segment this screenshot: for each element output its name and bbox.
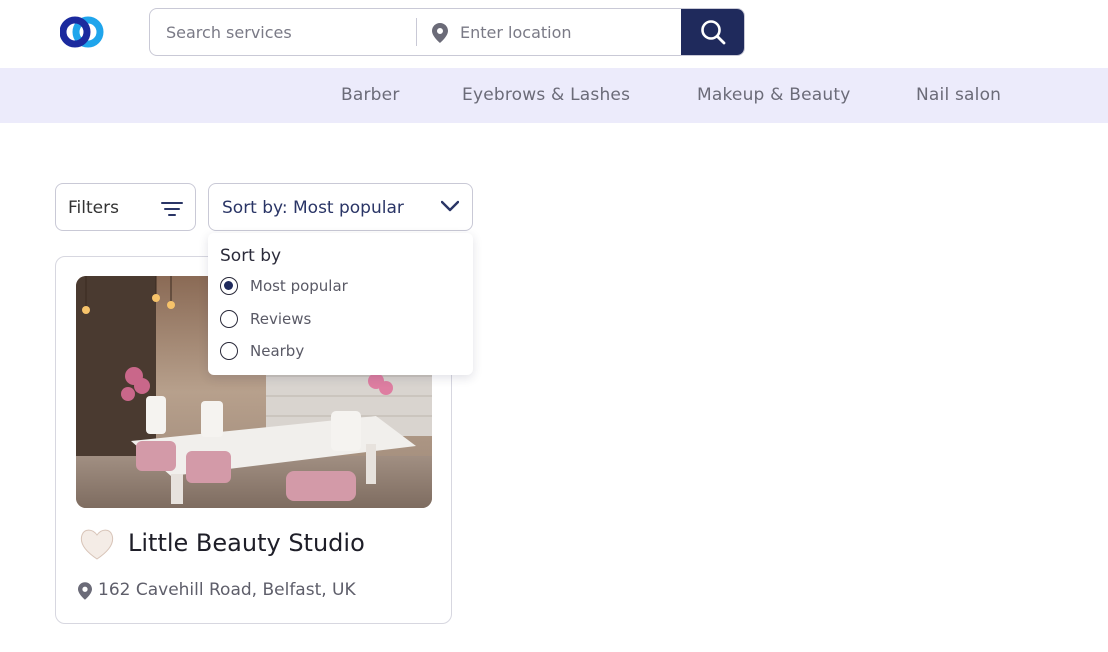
radio-button[interactable] bbox=[220, 310, 238, 328]
search-button[interactable] bbox=[681, 9, 744, 55]
chevron-down-icon bbox=[441, 200, 459, 212]
sort-label: Sort by: Most popular bbox=[222, 198, 404, 218]
location-pin-icon bbox=[78, 582, 92, 600]
sort-option-reviews[interactable]: Reviews bbox=[220, 308, 460, 330]
category-makeup-beauty[interactable]: Makeup & Beauty bbox=[697, 85, 850, 105]
category-nav: Barber Eyebrows & Lashes Makeup & Beauty… bbox=[0, 68, 1108, 123]
sort-option-nearby[interactable]: Nearby bbox=[220, 340, 460, 362]
sort-dropdown-button[interactable]: Sort by: Most popular bbox=[208, 183, 473, 231]
category-eyebrows-lashes[interactable]: Eyebrows & Lashes bbox=[462, 85, 630, 105]
filters-button[interactable]: Filters bbox=[55, 183, 196, 231]
search-icon bbox=[701, 20, 726, 45]
sort-option-label: Reviews bbox=[250, 310, 312, 328]
location-pin-icon bbox=[432, 23, 448, 43]
filters-label: Filters bbox=[68, 198, 119, 218]
sort-menu-heading: Sort by bbox=[220, 246, 282, 266]
filter-icon bbox=[161, 202, 183, 216]
header bbox=[0, 0, 1108, 68]
category-nail-salon[interactable]: Nail salon bbox=[916, 85, 1001, 105]
radio-button-selected[interactable] bbox=[220, 277, 238, 295]
radio-button[interactable] bbox=[220, 342, 238, 360]
sort-dropdown-menu: Sort by Most popular Reviews Nearby bbox=[208, 233, 473, 375]
salon-logo bbox=[78, 525, 116, 563]
sort-option-label: Nearby bbox=[250, 342, 305, 360]
category-barber[interactable]: Barber bbox=[341, 85, 400, 105]
brand-logo[interactable] bbox=[59, 15, 104, 49]
salon-address: 162 Cavehill Road, Belfast, UK bbox=[98, 580, 356, 600]
location-input[interactable] bbox=[452, 9, 680, 55]
search-services-input[interactable] bbox=[150, 9, 416, 55]
search-bar bbox=[149, 8, 745, 56]
sort-option-label: Most popular bbox=[250, 277, 348, 295]
sort-option-most-popular[interactable]: Most popular bbox=[220, 275, 460, 297]
salon-name[interactable]: Little Beauty Studio bbox=[128, 529, 365, 557]
search-divider bbox=[416, 18, 417, 46]
